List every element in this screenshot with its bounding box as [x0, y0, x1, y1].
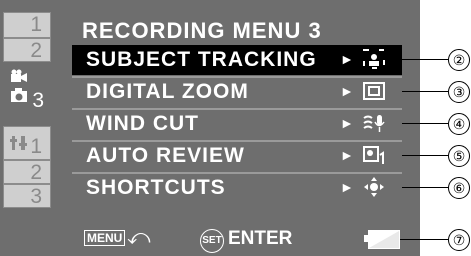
- callout-4: ④: [448, 113, 470, 135]
- callout-7: ⑦: [448, 229, 470, 251]
- menu-item-label: SHORTCUTS: [86, 176, 226, 199]
- callout-3: ③: [448, 81, 470, 103]
- camera-menu-screen: 1 2 3 1 2 3 RECORDING MENU 3 SUBJECT TRA…: [0, 0, 420, 256]
- setup-icon: [10, 134, 28, 157]
- tab-label: 1: [30, 135, 42, 158]
- tab-recording-2[interactable]: 2: [3, 38, 51, 62]
- callout-line: [402, 91, 448, 92]
- menu-item-subject-tracking[interactable]: SUBJECT TRACKING ►: [72, 45, 402, 75]
- menu-item-label: WIND CUT: [86, 112, 199, 135]
- menu-key-button[interactable]: MENU: [84, 230, 126, 246]
- arrow-right-icon: ►: [340, 51, 354, 67]
- callout-line: [400, 239, 448, 240]
- menu-item-label: AUTO REVIEW: [86, 144, 245, 167]
- tab-label: 2: [30, 39, 42, 62]
- tab-label: 2: [30, 161, 42, 184]
- set-key-button[interactable]: SET: [200, 229, 224, 253]
- menu-tab-column: 1 2 3 1 2 3: [3, 0, 51, 256]
- menu-item-shortcuts[interactable]: SHORTCUTS ►: [72, 173, 402, 203]
- tab-setup-2[interactable]: 2: [3, 160, 51, 184]
- menu-item-label: SUBJECT TRACKING: [86, 48, 317, 71]
- menu-title: RECORDING MENU 3: [82, 18, 322, 43]
- enter-label: ENTER: [228, 228, 293, 249]
- arrow-right-icon: ►: [340, 83, 354, 99]
- callout-line: [402, 123, 448, 124]
- arrow-right-icon: ►: [340, 179, 354, 195]
- callout-line: [402, 187, 448, 188]
- tab-label: 3: [32, 89, 44, 112]
- menu-item-label: DIGITAL ZOOM: [86, 80, 249, 103]
- callout-6: ⑥: [448, 177, 470, 199]
- subject-tracking-icon: [362, 48, 386, 70]
- battery-icon: [368, 230, 400, 249]
- back-arrow-icon: ⤺: [127, 224, 151, 249]
- digital-zoom-icon: [362, 80, 386, 102]
- camera-icon: [10, 87, 28, 108]
- auto-review-icon: [362, 144, 386, 166]
- menu-item-wind-cut[interactable]: WIND CUT ►: [72, 109, 402, 139]
- tab-label: 1: [30, 13, 42, 36]
- callout-line: [402, 59, 448, 60]
- callout-line: [402, 155, 448, 156]
- tab-setup-3[interactable]: 3: [3, 184, 51, 208]
- tab-label: 3: [30, 185, 42, 208]
- arrow-right-icon: ►: [340, 147, 354, 163]
- tab-recording-1[interactable]: 1: [3, 12, 51, 38]
- wind-cut-icon: [362, 112, 386, 134]
- menu-item-digital-zoom[interactable]: DIGITAL ZOOM ►: [72, 77, 402, 107]
- arrow-right-icon: ►: [340, 115, 354, 131]
- callout-2: ②: [448, 49, 470, 71]
- callout-5: ⑤: [448, 145, 470, 167]
- tab-recording-3[interactable]: 3: [3, 62, 51, 118]
- camera-video-icon: [10, 67, 28, 88]
- tab-setup-1[interactable]: 1: [3, 126, 51, 160]
- shortcuts-icon: [362, 176, 386, 198]
- menu-item-auto-review[interactable]: AUTO REVIEW ►: [72, 141, 402, 171]
